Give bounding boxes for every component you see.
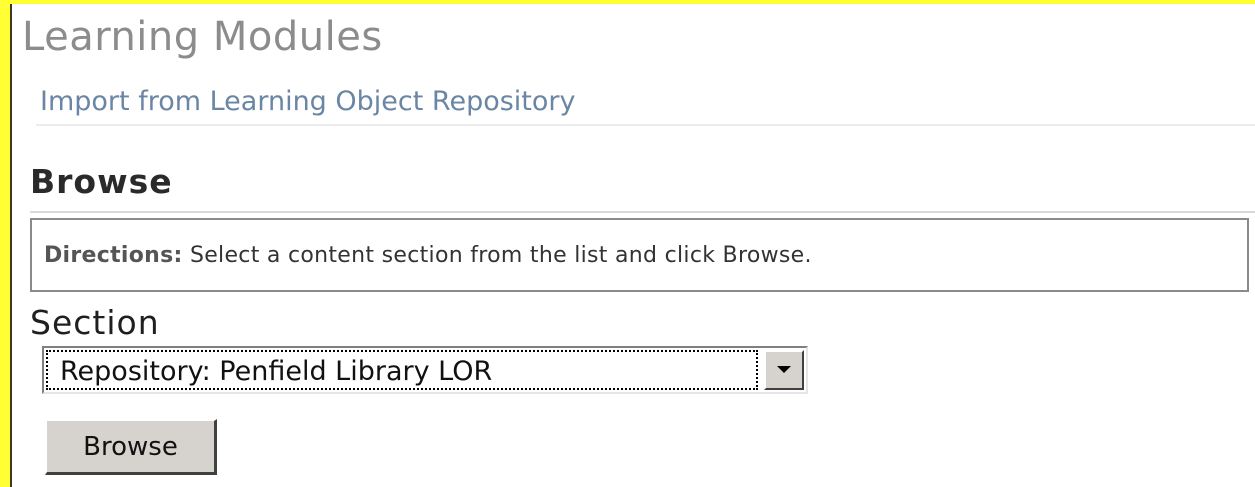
title-divider (36, 124, 1255, 126)
section-field-label: Section (30, 303, 160, 342)
directions-label: Directions: (44, 243, 183, 268)
section-select-value: Repository: Penfield Library LOR (60, 356, 493, 387)
heading-divider (30, 211, 1255, 213)
directions-box: Directions: Select a content section fro… (30, 218, 1249, 292)
directions-body: Select a content section from the list a… (182, 243, 812, 268)
directions-text: Directions: Select a content section fro… (44, 243, 812, 268)
section-select-focus[interactable]: Repository: Penfield Library LOR (46, 350, 758, 390)
section-select-dropdown-button[interactable] (764, 350, 804, 390)
content-area: Learning Modules Import from Learning Ob… (10, 4, 1255, 487)
section-heading: Browse (30, 162, 173, 201)
browse-button[interactable]: Browse (45, 419, 217, 475)
section-select[interactable]: Repository: Penfield Library LOR (42, 346, 808, 394)
page-title: Learning Modules (22, 14, 383, 60)
page-subtitle: Import from Learning Object Repository (40, 86, 576, 117)
chevron-down-icon (777, 366, 791, 373)
